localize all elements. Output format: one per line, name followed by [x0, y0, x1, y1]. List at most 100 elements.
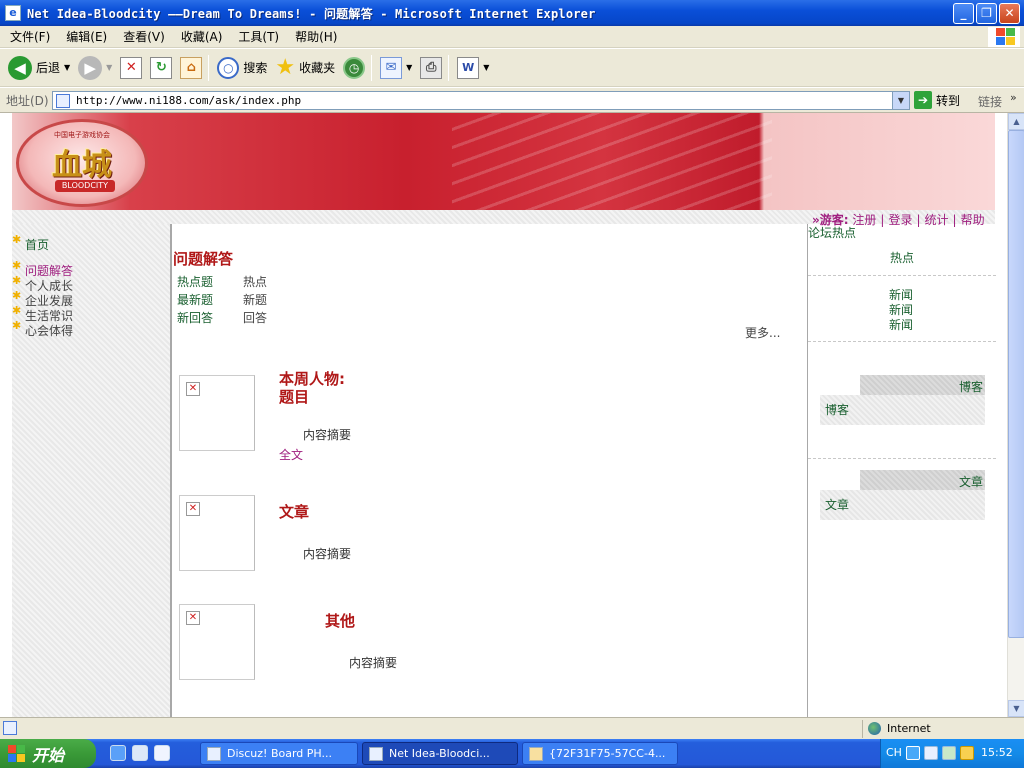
security-tray-icon[interactable]: [942, 746, 956, 760]
menu-tools[interactable]: 工具(T): [238, 28, 279, 45]
address-input[interactable]: http://www.ni188.com/ask/index.php ▼: [52, 91, 910, 110]
mail-button[interactable]: ✉ ▼: [380, 53, 412, 83]
printer-icon: ⎙: [420, 56, 443, 79]
mail-icon: ✉: [380, 56, 403, 79]
fulltext-link[interactable]: 全文: [279, 446, 303, 463]
weekly-topic[interactable]: 题目: [279, 386, 309, 407]
volume-tray-icon[interactable]: [960, 746, 974, 760]
close-button[interactable]: ✕: [999, 3, 1020, 24]
question-type-link[interactable]: 热点题: [177, 273, 213, 290]
address-url[interactable]: http://www.ni188.com/ask/index.php: [76, 94, 301, 107]
address-dropdown-icon[interactable]: ▼: [892, 92, 909, 109]
divider: [808, 341, 996, 342]
other-title[interactable]: 其他: [325, 610, 355, 631]
logo-subtitle: BLOODCITY: [55, 180, 115, 192]
question-link[interactable]: 热点: [243, 273, 267, 290]
address-bar: 地址(D) http://www.ni188.com/ask/index.php…: [0, 88, 1024, 113]
article-image[interactable]: ✕: [179, 495, 255, 571]
menu-edit[interactable]: 编辑(E): [66, 28, 107, 45]
news-link[interactable]: 新闻: [889, 316, 913, 333]
banner-swirl: [452, 113, 772, 210]
star-bullet-icon: ✱: [12, 319, 22, 332]
other-image[interactable]: ✕: [179, 604, 255, 680]
menu-favorites[interactable]: 收藏(A): [181, 28, 223, 45]
stop-button[interactable]: ✕: [120, 53, 143, 83]
weekly-summary: 内容摘要: [303, 428, 352, 442]
chevron-right-icon[interactable]: »: [1010, 91, 1017, 104]
question-link[interactable]: 新题: [243, 291, 267, 308]
media-quicklaunch-icon[interactable]: [154, 745, 170, 761]
edit-button[interactable]: W ▼: [457, 53, 489, 83]
maximize-button[interactable]: ❐: [976, 3, 997, 24]
article-panel-title[interactable]: 文章: [959, 473, 983, 490]
window-icon: [207, 746, 221, 761]
windows-logo-icon: [988, 27, 1020, 47]
start-button[interactable]: 开始: [0, 739, 96, 768]
clock: 15:52: [981, 746, 1013, 759]
menu-file[interactable]: 文件(F): [10, 28, 50, 45]
home-button[interactable]: ⌂: [180, 53, 203, 83]
folder-icon: [529, 746, 543, 761]
task-button-discuz[interactable]: Discuz! Board PH...: [200, 742, 358, 765]
weekly-image[interactable]: ✕: [179, 375, 255, 451]
print-button[interactable]: ⎙: [420, 53, 443, 83]
refresh-button[interactable]: ↻: [150, 53, 173, 83]
star-icon: ★: [275, 54, 296, 80]
vertical-scrollbar[interactable]: ▲ ▼: [1007, 113, 1024, 717]
logo-title: 血城: [52, 148, 112, 183]
address-label: 地址(D): [6, 93, 49, 108]
favorites-button[interactable]: ★ 收藏夹: [275, 53, 335, 83]
scroll-down-icon[interactable]: ▼: [1008, 700, 1024, 717]
back-button[interactable]: ◀ 后退 ▼: [8, 53, 70, 83]
network-tray-icon[interactable]: [924, 746, 938, 760]
site-banner: 中国电子游戏协会 血城 BLOODCITY: [12, 113, 995, 210]
section-title: 问题解答: [173, 250, 234, 268]
blog-panel-header: 博客: [860, 375, 985, 395]
article-title[interactable]: 文章: [279, 501, 309, 522]
search-icon: ○: [217, 56, 240, 79]
blog-link[interactable]: 博客: [825, 401, 849, 418]
menu-view[interactable]: 查看(V): [123, 28, 165, 45]
forward-button[interactable]: ▶ ▼: [78, 53, 112, 83]
search-button[interactable]: ○ 搜索: [217, 53, 267, 83]
desktop-quicklaunch-icon[interactable]: [132, 745, 148, 761]
toolbar: ◀ 后退 ▼ ▶ ▼ ✕ ↻ ⌂ ○ 搜索 ★ 收藏夹 ◷ ✉ ▼ ⎙ W ▼: [0, 49, 1024, 87]
ie-quicklaunch-icon[interactable]: [110, 745, 126, 761]
mail-dropdown-icon[interactable]: ▼: [406, 63, 412, 72]
edit-dropdown-icon[interactable]: ▼: [483, 63, 489, 72]
more-link[interactable]: 更多...: [745, 324, 780, 341]
toolbar-divider: [208, 54, 210, 81]
question-type-link[interactable]: 新回答: [177, 309, 213, 326]
language-indicator[interactable]: CH: [886, 746, 902, 759]
back-arrow-icon: ◀: [8, 55, 32, 80]
ie-icon: [369, 746, 383, 761]
back-label: 后退: [36, 61, 61, 75]
site-logo[interactable]: 中国电子游戏协会 血城 BLOODCITY: [16, 119, 148, 207]
history-icon: ◷: [343, 56, 366, 79]
task-label: Discuz! Board PH...: [227, 747, 332, 760]
task-button-ie[interactable]: Net Idea-Bloodci...: [362, 742, 518, 765]
go-button[interactable]: ➔ 转到: [914, 91, 960, 109]
history-button[interactable]: ◷: [343, 53, 366, 83]
nav-item-label[interactable]: 心会体得: [25, 322, 73, 339]
forward-dropdown-icon[interactable]: ▼: [106, 63, 112, 72]
question-type-link[interactable]: 最新题: [177, 291, 213, 308]
nav-home-label[interactable]: 首页: [25, 236, 49, 253]
article-link[interactable]: 文章: [825, 496, 849, 513]
star-bullet-icon: ✱: [12, 274, 22, 287]
task-button-folder[interactable]: {72F31F75-57CC-4...: [522, 742, 678, 765]
blog-panel-title[interactable]: 博客: [959, 378, 983, 395]
scroll-up-icon[interactable]: ▲: [1008, 113, 1024, 130]
hot-link[interactable]: 热点: [890, 249, 914, 266]
menu-help[interactable]: 帮助(H): [295, 28, 337, 45]
toolbar-divider: [448, 54, 450, 81]
question-link[interactable]: 回答: [243, 309, 267, 326]
scroll-thumb[interactable]: [1008, 130, 1024, 638]
forward-arrow-icon: ▶: [78, 55, 103, 80]
minimize-button[interactable]: _: [953, 3, 974, 24]
back-dropdown-icon[interactable]: ▼: [64, 63, 70, 72]
qq-tray-icon[interactable]: [906, 746, 920, 760]
window-title: Net Idea-Bloodcity ——Dream To Dreams! - …: [27, 6, 596, 21]
go-arrow-icon: ➔: [914, 91, 932, 109]
links-button[interactable]: 链接: [978, 93, 1002, 110]
